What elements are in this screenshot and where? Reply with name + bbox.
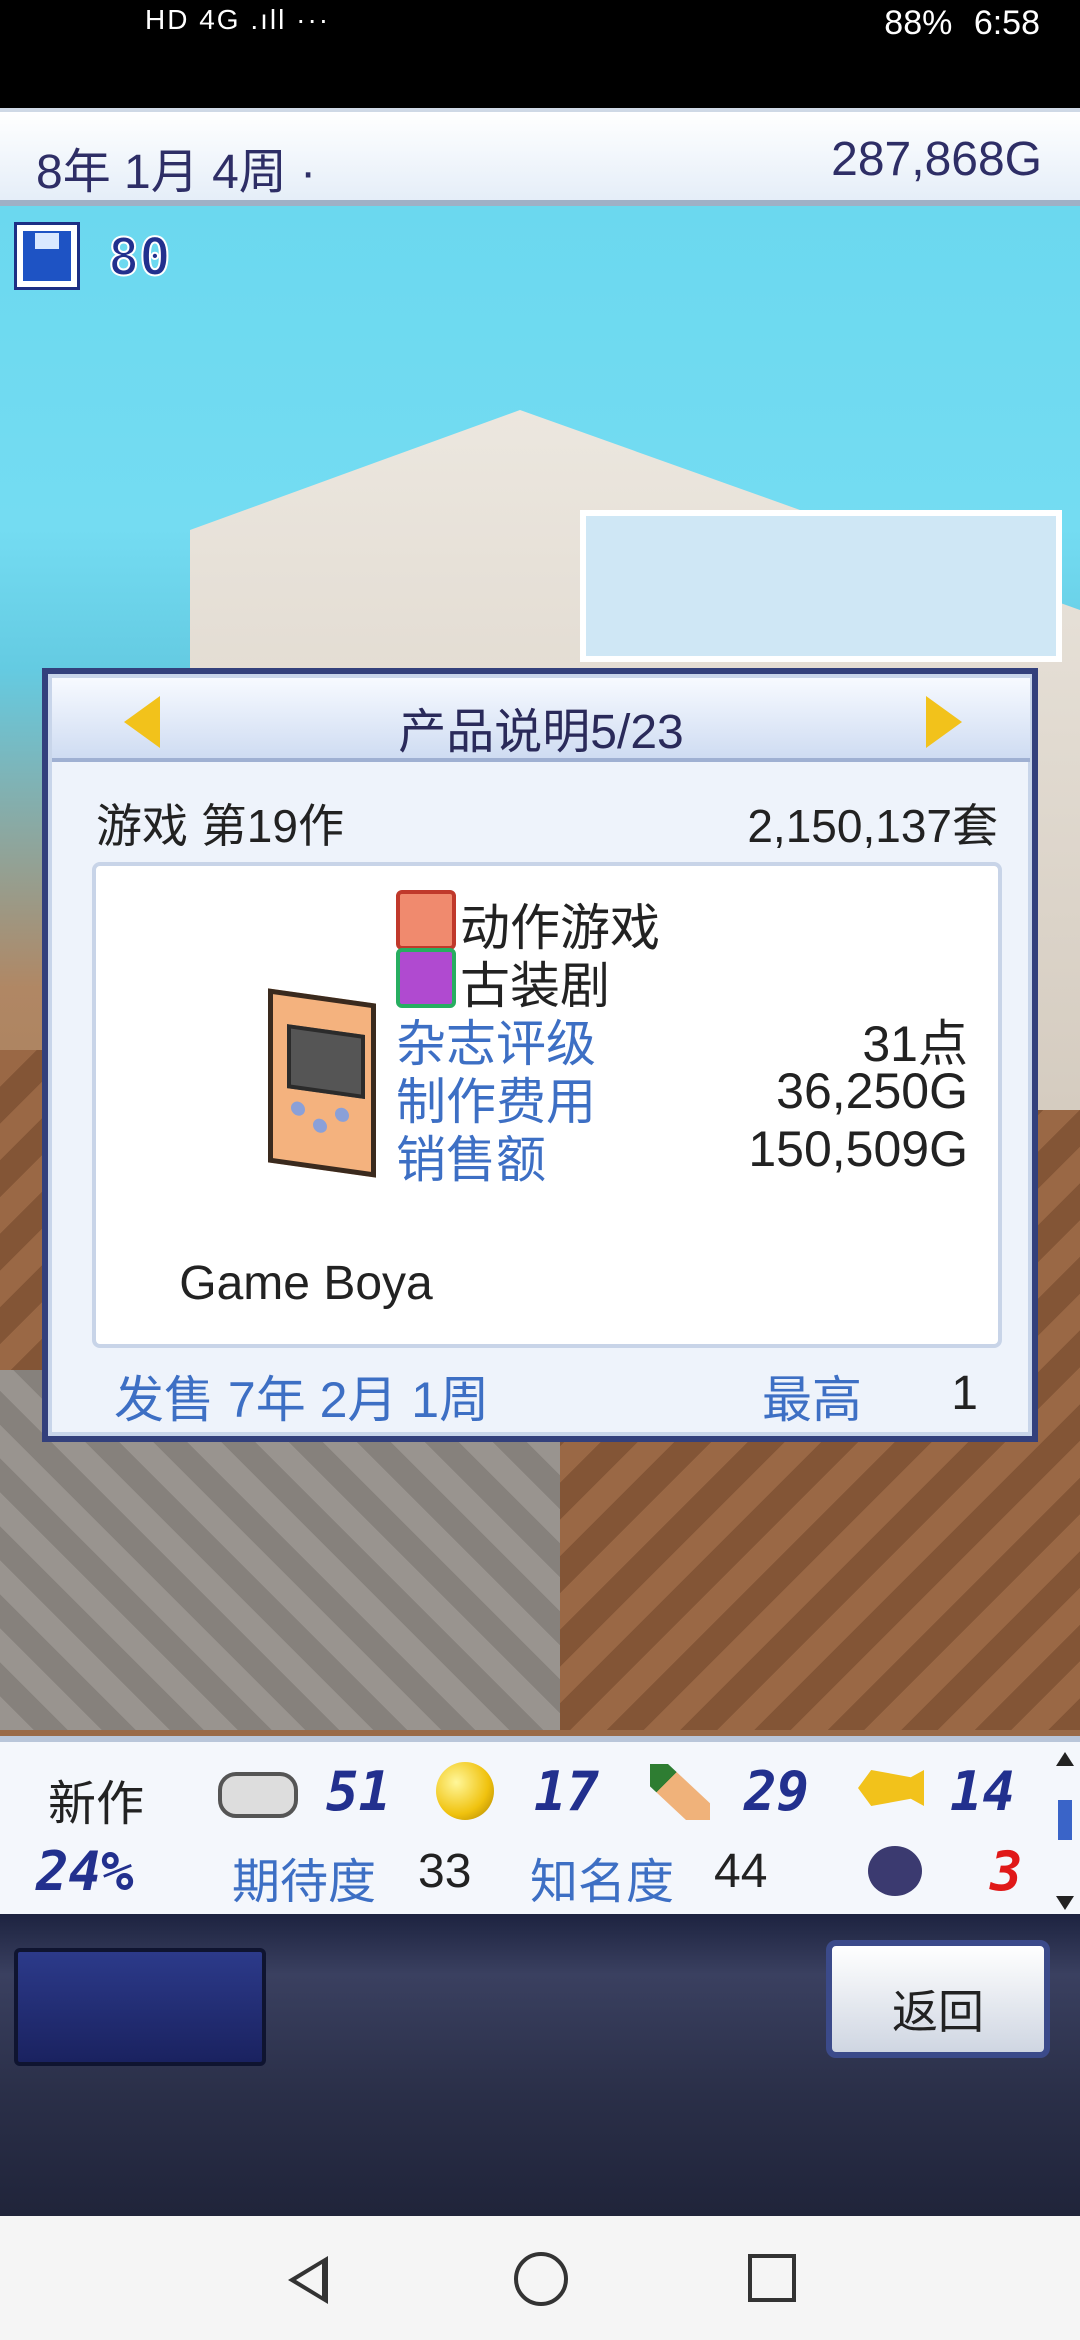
historical-theme-icon	[396, 948, 456, 1008]
creativity-orb-icon	[436, 1762, 494, 1820]
status-left: HD 4G .ıll ···	[145, 4, 331, 35]
menu-slot-button[interactable]	[14, 1948, 266, 2066]
development-stats-panel: 新作 51 17 29 14 24% 期待度 33 知名度 44 3	[0, 1736, 1080, 1914]
command-bar: 返回	[0, 1914, 1080, 2216]
status-right: 88% 6:58	[872, 4, 1040, 43]
floppy-disk-icon	[14, 222, 80, 290]
nav-home-icon[interactable]	[514, 2252, 568, 2306]
new-work-percent: 24%	[36, 1840, 134, 1903]
best-rank-value: 1	[951, 1367, 978, 1420]
copies-sold: 2,150,137套	[747, 800, 998, 852]
new-work-label: 新作	[48, 1778, 145, 1831]
game-number: 游戏 第19作	[96, 800, 344, 852]
product-details-panel: Game Boya 动作游戏 古装剧 杂志评级 31点 制作费用 36,250G…	[92, 862, 1002, 1348]
clock: 6:58	[973, 4, 1040, 42]
fame-label: 知名度	[530, 1856, 675, 1909]
game-date: 8年 1月 4周 ·	[36, 146, 317, 199]
bug-count: 3	[990, 1840, 1023, 1903]
stats-scrollbar[interactable]	[1056, 1752, 1074, 1912]
battery-percent: 88%	[884, 4, 953, 42]
creativity-value: 17	[534, 1760, 600, 1823]
scroll-thumb[interactable]	[1058, 1800, 1072, 1840]
sales-label: 销售额	[396, 1132, 546, 1188]
dialog-header: 产品说明5/23	[52, 678, 1030, 762]
dialog-title: 产品说明5/23	[398, 706, 684, 759]
date-money-bar: 8年 1月 4周 · 287,868G	[0, 108, 1080, 206]
money-amount: 287,868G	[831, 133, 1042, 186]
product-info-dialog: 产品说明5/23 游戏 第19作 2,150,137套 Game Boya 动作…	[42, 668, 1038, 1442]
product-name: Game Boya	[179, 1257, 433, 1310]
action-genre-icon	[396, 890, 456, 950]
best-rank-label: 最高	[762, 1372, 862, 1428]
fame-value: 44	[714, 1845, 768, 1898]
building-window	[580, 510, 1062, 662]
nav-recents-icon[interactable]	[748, 2254, 796, 2302]
scroll-down-icon[interactable]	[1056, 1896, 1074, 1910]
scroll-up-icon[interactable]	[1056, 1752, 1074, 1766]
bug-icon	[868, 1846, 922, 1896]
next-arrow-icon[interactable]	[926, 696, 962, 748]
expectation-label: 期待度	[232, 1856, 377, 1909]
fun-value: 51	[326, 1760, 392, 1823]
gamepad-icon	[218, 1772, 298, 1818]
sound-value: 14	[950, 1760, 1016, 1823]
production-cost-value: 36,250G	[776, 1063, 968, 1119]
sound-trumpet-icon	[858, 1770, 924, 1806]
save-count: 80	[107, 227, 172, 289]
status-bar: HD 4G .ıll ··· 88% 6:58	[0, 0, 1080, 44]
release-date: 发售 7年 2月 1周	[114, 1372, 490, 1428]
sales-value: 150,509G	[748, 1121, 968, 1177]
back-button-label: 返回	[892, 1986, 984, 2038]
graphics-value: 29	[744, 1760, 810, 1823]
nav-back-icon[interactable]	[288, 2256, 328, 2304]
expectation-value: 33	[418, 1845, 472, 1898]
handheld-console-icon	[268, 988, 376, 1178]
back-button[interactable]: 返回	[826, 1940, 1050, 2058]
graphics-brush-icon	[650, 1764, 710, 1820]
system-nav-bar	[0, 2216, 1080, 2340]
